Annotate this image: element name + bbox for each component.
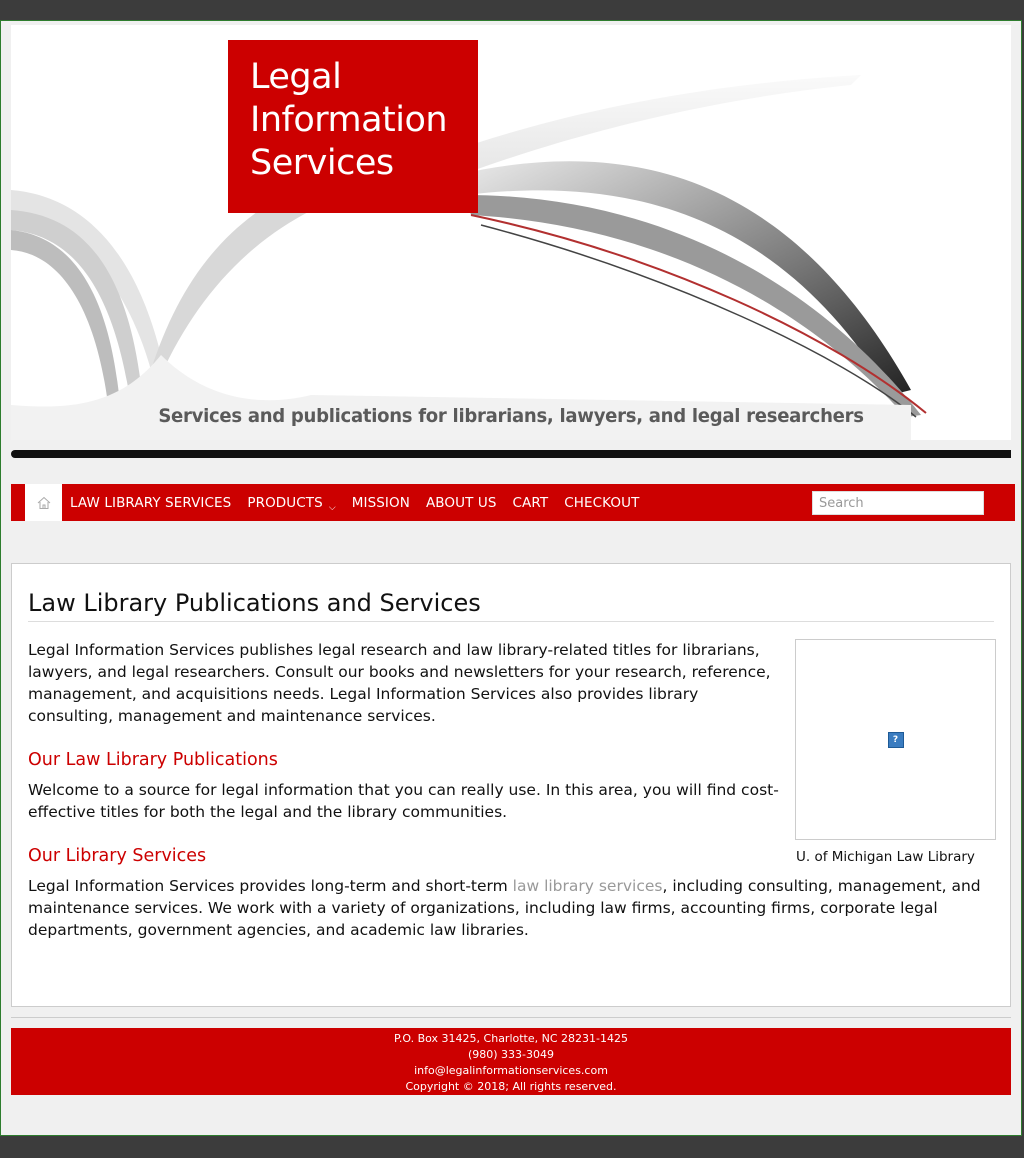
home-icon[interactable]: [25, 484, 62, 521]
nav-item-label: PRODUCTS: [247, 494, 323, 511]
services-paragraph: Legal Information Services provides long…: [28, 875, 988, 941]
footer-phone: (980) 333-3049: [467, 1048, 555, 1061]
broken-image-icon: ?: [887, 731, 904, 748]
banner-divider: [11, 450, 1011, 458]
services-heading: Our Library Services: [28, 846, 207, 866]
open-book-illustration: [11, 75, 927, 440]
services-text: Legal Information Services provides long…: [28, 877, 513, 895]
intro-paragraph: Legal Information Services publishes leg…: [28, 641, 771, 725]
banner-tagline: Services and publications for librarians…: [158, 405, 864, 427]
footer-copyright: Copyright © 2018; All rights reserved.: [405, 1080, 617, 1093]
home-icon-glyph: [37, 496, 50, 509]
chevron-down-icon: ⌵: [328, 502, 336, 513]
site-footer: P.O. Box 31425, Charlotte, NC 28231-1425…: [11, 1028, 1011, 1095]
nav-item-checkout[interactable]: CHECKOUT: [556, 495, 647, 511]
logo-line: Legal: [250, 57, 342, 97]
main-navigation: LAW LIBRARY SERVICES PRODUCTS ⌵ MISSION A…: [11, 484, 1015, 521]
footer-address: P.O. Box 31425, Charlotte, NC 28231-1425: [393, 1032, 628, 1045]
nav-item-cart[interactable]: CART: [505, 495, 557, 511]
law-library-image: ?: [795, 639, 996, 840]
footer-email[interactable]: info@legalinformationservices.com: [11, 1063, 1011, 1079]
header-banner[interactable]: Legal Information Services Services and …: [11, 25, 1011, 440]
publications-paragraph: Welcome to a source for legal informatio…: [28, 781, 779, 821]
nav-item-law-library-services[interactable]: LAW LIBRARY SERVICES: [62, 495, 239, 511]
main-content: Law Library Publications and Services Le…: [11, 563, 1011, 1007]
page-title: Law Library Publications and Services: [28, 589, 994, 622]
nav-item-about-us[interactable]: ABOUT US: [418, 495, 505, 511]
nav-item-mission[interactable]: MISSION: [344, 495, 418, 511]
company-logo[interactable]: Legal Information Services: [228, 40, 478, 213]
footer-divider: [11, 1017, 1011, 1018]
search-input[interactable]: [812, 491, 984, 515]
image-caption: U. of Michigan Law Library: [796, 849, 975, 865]
publications-heading: Our Law Library Publications: [28, 750, 278, 770]
logo-line: Information: [250, 100, 448, 140]
logo-line: Services: [250, 143, 394, 183]
law-library-services-link[interactable]: law library services: [513, 877, 663, 895]
nav-item-products[interactable]: PRODUCTS ⌵: [239, 494, 343, 513]
